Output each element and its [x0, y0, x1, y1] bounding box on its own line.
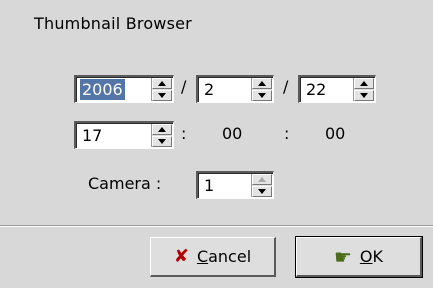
- month-spinbox[interactable]: 2: [196, 75, 274, 103]
- arrow-down-icon: [158, 139, 166, 144]
- month-increment-button[interactable]: [252, 78, 272, 89]
- camera-decrement-button[interactable]: [252, 186, 272, 197]
- arrow-up-icon: [258, 81, 266, 86]
- arrow-down-icon: [258, 189, 266, 194]
- arrow-up-icon: [360, 81, 368, 86]
- ok-button[interactable]: ☛ OK: [295, 236, 423, 278]
- date-separator: /: [181, 77, 187, 96]
- month-value[interactable]: 2: [202, 79, 216, 100]
- minute-value: 00: [222, 124, 243, 143]
- dialog-title: Thumbnail Browser: [34, 14, 192, 33]
- year-value[interactable]: 2006: [80, 79, 125, 100]
- camera-value[interactable]: 1: [202, 175, 216, 196]
- day-spinbox[interactable]: 22: [298, 75, 376, 103]
- camera-spinbox[interactable]: 1: [196, 171, 274, 199]
- hour-spin-buttons: [151, 124, 172, 147]
- day-spin-buttons: [353, 78, 374, 101]
- camera-label: Camera :: [88, 174, 162, 193]
- hour-decrement-button[interactable]: [152, 136, 172, 147]
- year-decrement-button[interactable]: [152, 90, 172, 101]
- hour-value[interactable]: 17: [80, 125, 104, 146]
- month-decrement-button[interactable]: [252, 90, 272, 101]
- hand-pointer-icon: ☛: [333, 244, 352, 269]
- ok-button-label: OK: [359, 247, 384, 266]
- hour-spinbox[interactable]: 17: [74, 121, 174, 149]
- day-increment-button[interactable]: [354, 78, 374, 89]
- arrow-up-icon: [158, 127, 166, 132]
- time-separator: :: [284, 124, 290, 143]
- year-spin-buttons: [151, 78, 172, 101]
- hour-increment-button[interactable]: [152, 124, 172, 135]
- year-spinbox[interactable]: 2006: [74, 75, 174, 103]
- second-value: 00: [325, 124, 346, 143]
- year-increment-button[interactable]: [152, 78, 172, 89]
- camera-increment-button: [252, 174, 272, 185]
- time-separator: :: [181, 124, 187, 143]
- thumbnail-browser-dialog: Thumbnail Browser 2006 / 2 / 22 17 : 00 …: [0, 0, 433, 288]
- arrow-down-icon: [258, 93, 266, 98]
- cancel-button-label: Cancel: [196, 247, 252, 266]
- arrow-down-icon: [158, 93, 166, 98]
- month-spin-buttons: [251, 78, 272, 101]
- arrow-up-icon: [258, 177, 266, 182]
- cancel-button[interactable]: ✘ Cancel: [150, 237, 276, 277]
- day-decrement-button[interactable]: [354, 90, 374, 101]
- camera-spin-buttons: [251, 174, 272, 197]
- cross-icon: ✘: [173, 246, 189, 267]
- arrow-up-icon: [158, 81, 166, 86]
- button-divider: [0, 225, 433, 227]
- date-separator: /: [283, 77, 289, 96]
- arrow-down-icon: [360, 93, 368, 98]
- day-value[interactable]: 22: [304, 79, 328, 100]
